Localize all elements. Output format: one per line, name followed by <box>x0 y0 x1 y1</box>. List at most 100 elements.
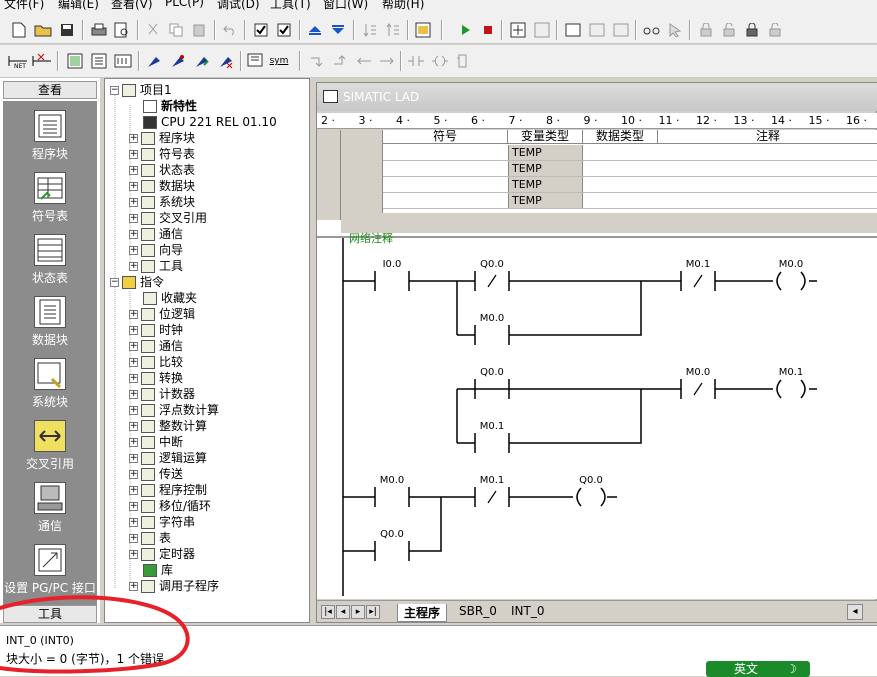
coil-M0-0[interactable]: M0.0 <box>776 259 806 291</box>
contact-M0-0[interactable]: M0.0 <box>474 313 510 345</box>
cut-icon[interactable] <box>143 20 163 40</box>
expand-icon[interactable]: + <box>129 390 138 399</box>
tree-item[interactable]: + 程序控制 <box>129 482 207 498</box>
tree-item[interactable]: 库 <box>143 562 173 578</box>
address-symbol-icon[interactable] <box>144 51 164 71</box>
undo-icon[interactable] <box>220 20 240 40</box>
glasses-icon[interactable] <box>642 20 662 40</box>
nav-communication[interactable]: 通信 <box>3 482 97 534</box>
tree-item[interactable]: + 数据块 <box>129 178 195 194</box>
tree-item[interactable]: + 中断 <box>129 434 183 450</box>
unlock-icon[interactable] <box>719 20 739 40</box>
nav-cross-reference[interactable]: 交叉引用 <box>3 420 97 472</box>
contact-M0-0[interactable]: M0.0 <box>374 475 410 507</box>
ladder-view-icon[interactable] <box>65 51 85 71</box>
single-read-icon[interactable] <box>587 20 607 40</box>
bookmark-icon[interactable] <box>246 51 266 71</box>
expand-icon[interactable]: + <box>129 166 138 175</box>
sort-ascending-icon[interactable] <box>360 20 380 40</box>
expand-icon[interactable]: + <box>129 470 138 479</box>
menu-help[interactable]: 帮助(H) <box>382 0 424 12</box>
expand-icon[interactable]: + <box>129 214 138 223</box>
nav-tools-footer[interactable]: 工具 <box>3 605 97 623</box>
symbol-info-icon[interactable] <box>168 51 188 71</box>
upload-icon[interactable] <box>305 20 325 40</box>
tree-item[interactable]: + 整数计算 <box>129 418 207 434</box>
nav-system-block[interactable]: 系统块 <box>3 358 97 410</box>
menu-view[interactable]: 查看(V) <box>111 0 153 12</box>
sort-descending-icon[interactable] <box>383 20 403 40</box>
tree-item[interactable]: + 时钟 <box>129 322 183 338</box>
contact-Q0-0[interactable]: Q0.0 <box>474 259 510 291</box>
insert-network-icon[interactable]: NET <box>8 51 28 71</box>
expand-icon[interactable]: + <box>129 438 138 447</box>
pause-status-icon[interactable] <box>532 20 552 40</box>
save-icon[interactable] <box>57 20 77 40</box>
nav-data-block[interactable]: 数据块 <box>3 296 97 348</box>
line-down-icon[interactable] <box>308 51 328 71</box>
coil-icon[interactable] <box>430 51 450 71</box>
tree-item[interactable]: + 比较 <box>129 354 183 370</box>
expand-icon[interactable]: + <box>129 150 138 159</box>
last-tab-icon[interactable]: ▸| <box>366 605 380 619</box>
prev-tab-icon[interactable]: ◂ <box>336 605 350 619</box>
tree-item[interactable]: 收藏夹 <box>143 290 197 306</box>
write-all-icon[interactable] <box>611 20 631 40</box>
apply-symbols-icon[interactable] <box>192 51 212 71</box>
download-icon[interactable] <box>328 20 348 40</box>
create-table-icon[interactable] <box>216 51 236 71</box>
coil-Q0-0[interactable]: Q0.0 <box>576 475 606 507</box>
pointer-icon[interactable] <box>665 20 685 40</box>
open-folder-icon[interactable] <box>33 20 53 40</box>
expand-icon[interactable]: + <box>129 262 138 271</box>
chart-status-icon[interactable] <box>563 20 583 40</box>
expand-icon[interactable]: + <box>129 502 138 511</box>
tab-sbr-0[interactable]: SBR_0 <box>455 604 501 618</box>
expand-icon[interactable]: + <box>129 406 138 415</box>
sym-button[interactable]: sym <box>268 51 290 71</box>
expand-icon[interactable]: + <box>129 198 138 207</box>
expand-icon[interactable]: + <box>129 230 138 239</box>
expand-icon[interactable]: + <box>129 534 138 543</box>
coil-M0-1[interactable]: M0.1 <box>776 367 806 399</box>
tree-item[interactable]: + 程序块 <box>129 130 195 146</box>
nav-view-header[interactable]: 查看 <box>3 81 97 99</box>
table-row[interactable]: TEMP <box>383 193 877 209</box>
tree-item[interactable]: + 符号表 <box>129 146 195 162</box>
menu-edit[interactable]: 编辑(E) <box>58 0 99 12</box>
tree-project[interactable]: − 项目1 <box>110 82 172 98</box>
collapse-icon[interactable]: − <box>110 86 119 95</box>
unforce-icon[interactable] <box>765 20 785 40</box>
stop-icon[interactable] <box>478 20 498 40</box>
tree-item[interactable]: + 表 <box>129 530 171 546</box>
tree-instructions[interactable]: − 指令 <box>110 274 164 290</box>
contact-M0-1[interactable]: M0.1 <box>474 421 510 453</box>
scroll-left-icon[interactable]: ◂ <box>847 604 863 620</box>
expand-icon[interactable]: + <box>129 374 138 383</box>
local-variable-table[interactable]: 符号 变量类型 数据类型 注释 TEMP TEMP TEMP TEMP <box>317 130 877 236</box>
tree-item[interactable]: + 调用子程序 <box>129 578 219 594</box>
expand-icon[interactable]: + <box>129 182 138 191</box>
contact-M0-1[interactable]: M0.1 <box>474 475 510 507</box>
first-tab-icon[interactable]: |◂ <box>321 605 335 619</box>
menu-window[interactable]: 窗口(W) <box>323 0 368 12</box>
menu-plc[interactable]: PLC(P) <box>165 0 204 9</box>
lock-icon[interactable] <box>696 20 716 40</box>
fbd-view-icon[interactable] <box>89 51 109 71</box>
expand-icon[interactable]: + <box>129 550 138 559</box>
tree-item[interactable]: + 逻辑运算 <box>129 450 207 466</box>
tree-item[interactable]: + 位逻辑 <box>129 306 195 322</box>
table-splitter[interactable] <box>341 213 877 233</box>
tree-item[interactable]: + 定时器 <box>129 546 195 562</box>
print-preview-icon[interactable] <box>112 20 132 40</box>
tree-item[interactable]: + 计数器 <box>129 386 195 402</box>
expand-icon[interactable]: + <box>129 310 138 319</box>
nav-status-chart[interactable]: 状态表 <box>3 234 97 286</box>
tree-item[interactable]: CPU 221 REL 01.10 <box>143 114 277 130</box>
new-file-icon[interactable] <box>9 20 29 40</box>
menu-file[interactable]: 文件(F) <box>4 0 44 12</box>
tree-item[interactable]: + 状态表 <box>129 162 195 178</box>
table-row[interactable]: TEMP <box>383 177 877 193</box>
table-row[interactable]: TEMP <box>383 145 877 161</box>
expand-icon[interactable]: + <box>129 246 138 255</box>
